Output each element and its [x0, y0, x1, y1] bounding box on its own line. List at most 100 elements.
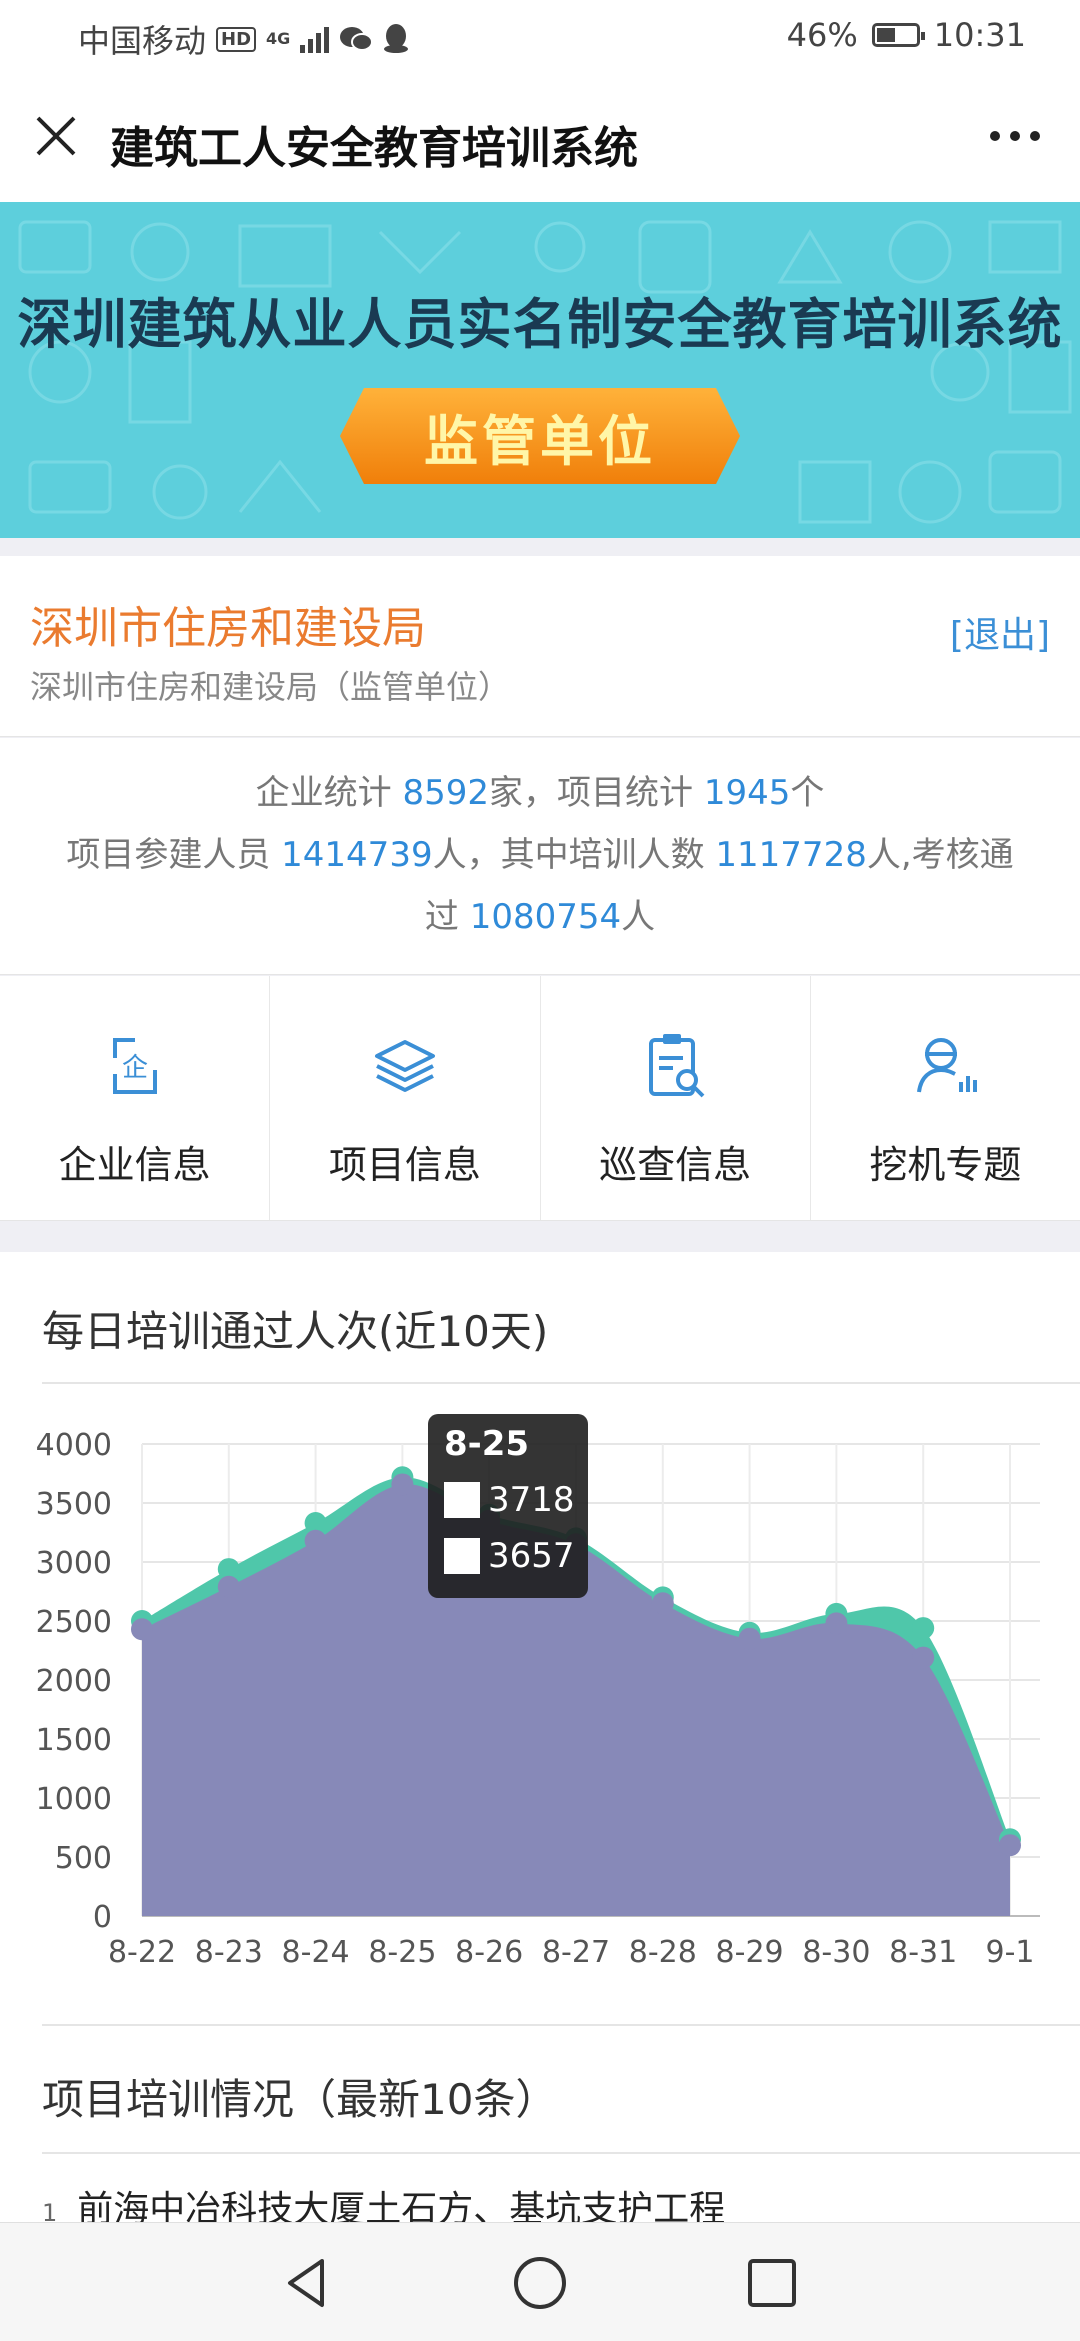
x-tick-label: 8-28 — [629, 1935, 697, 1970]
signal-icon — [300, 25, 330, 53]
menu-item-excavator[interactable]: 挖机专题 — [811, 976, 1080, 1220]
y-tick-label: 1000 — [36, 1782, 112, 1817]
network-label: 4G — [266, 29, 291, 48]
menu-grid: 企 企业信息 项目信息 巡查信息 挖机专题 — [0, 976, 1080, 1221]
y-tick-label: 4000 — [36, 1428, 112, 1463]
passed-label: 人,考核通 — [866, 835, 1014, 875]
tooltip-swatch — [444, 1538, 480, 1574]
battery-percent: 46% — [786, 16, 858, 54]
x-tick-label: 8-25 — [368, 1935, 436, 1970]
data-point[interactable] — [217, 1575, 240, 1598]
more-icon[interactable] — [980, 116, 1050, 156]
list-section-title: 项目培训情况（最新10条） — [42, 2075, 558, 2124]
menu-label: 企业信息 — [58, 1143, 211, 1187]
clipboard-search-icon — [649, 1034, 705, 1098]
y-tick-label: 500 — [55, 1841, 112, 1876]
enterprise-unit: 家，项目统计 — [489, 773, 693, 813]
passed-count: 1080754 — [469, 897, 622, 937]
banner-ribbon-label: 监管单位 — [424, 409, 656, 473]
chart-section-title: 每日培训通过人次(近10天) — [42, 1307, 549, 1356]
menu-label: 项目信息 — [328, 1143, 481, 1187]
banner: 深圳建筑从业人员实名制安全教育培训系统 监管单位 — [0, 202, 1080, 538]
trained-label: 人，其中培训人数 — [432, 835, 705, 875]
data-point[interactable] — [912, 1646, 935, 1669]
qq-icon — [384, 24, 409, 53]
participants-count: 1414739 — [281, 835, 433, 875]
data-point[interactable] — [391, 1473, 414, 1496]
clock: 10:31 — [933, 16, 1026, 54]
wechat-icon — [340, 27, 374, 51]
hd-badge: HD — [216, 26, 257, 52]
x-tick-label: 8-23 — [195, 1935, 263, 1970]
carrier-label: 中国移动 — [78, 22, 207, 60]
tooltip-row: 3657 — [444, 1536, 575, 1576]
person-unit: 人 — [621, 897, 656, 937]
data-point[interactable] — [825, 1612, 848, 1635]
stats-line-3: 过 1080754人 — [0, 886, 1080, 948]
x-tick-label: 8-31 — [889, 1935, 957, 1970]
logout-link[interactable]: [退出] — [950, 606, 1050, 658]
chart-divider — [42, 1382, 1080, 1384]
y-tick-label: 3500 — [36, 1487, 112, 1522]
svg-text:企: 企 — [122, 1053, 148, 1083]
system-nav-bar — [0, 2222, 1080, 2341]
menu-label: 巡查信息 — [599, 1143, 752, 1187]
y-tick-label: 2500 — [36, 1605, 112, 1640]
tooltip-value: 3718 — [488, 1480, 575, 1520]
data-point[interactable] — [738, 1627, 761, 1650]
data-point[interactable] — [304, 1529, 327, 1552]
y-tick-label: 1500 — [36, 1723, 112, 1758]
enterprise-icon: 企 — [112, 1038, 157, 1094]
stats-line-1: 企业统计 8592家，项目统计 1945个 — [0, 738, 1080, 824]
participants-label: 项目参建人员 — [66, 835, 271, 875]
chart-card: 每日培训通过人次(近10天) 0 500 1000 1500 2000 2500 3000 3… — [0, 1252, 1080, 2252]
org-subtitle: 深圳市住房和建设局（监管单位） — [30, 668, 511, 706]
enterprise-label: 企业统计 — [255, 773, 392, 813]
org-card: 深圳市住房和建设局 深圳市住房和建设局（监管单位） [退出] — [0, 556, 1080, 737]
menu-item-enterprise[interactable]: 企 企业信息 — [0, 976, 271, 1220]
y-tick-label: 3000 — [36, 1546, 112, 1581]
passed-label-2: 过 — [424, 897, 459, 937]
stats-summary: 企业统计 8592家，项目统计 1945个 项目参建人员 1414739人，其中… — [0, 738, 1080, 975]
data-point[interactable] — [131, 1618, 153, 1641]
menu-label: 挖机专题 — [869, 1143, 1022, 1187]
enterprise-count: 8592 — [402, 773, 489, 813]
status-right: 46% 10:31 — [787, 16, 1026, 54]
tooltip-row: 3718 — [444, 1480, 575, 1520]
status-left: 中国移动 HD 4G — [78, 16, 409, 62]
tooltip-swatch — [444, 1482, 480, 1518]
tooltip-label: 8-25 — [444, 1424, 530, 1464]
tooltip-value: 3657 — [488, 1536, 575, 1576]
x-tick-label: 8-26 — [455, 1935, 523, 1970]
excavator-user-icon — [917, 1038, 978, 1093]
trained-count: 1117728 — [715, 835, 867, 875]
close-icon[interactable] — [28, 108, 84, 164]
x-tick-label: 9-1 — [986, 1935, 1035, 1970]
layers-icon — [374, 1040, 435, 1092]
banner-ribbon: 监管单位 — [340, 388, 740, 484]
menu-item-project[interactable]: 项目信息 — [270, 976, 541, 1220]
chart-tooltip: 8-25 3718 3657 — [428, 1414, 588, 1598]
banner-pattern — [18, 220, 1072, 524]
battery-icon — [871, 23, 925, 47]
org-name: 深圳市住房和建设局 — [30, 603, 426, 654]
data-point[interactable] — [999, 1834, 1021, 1857]
back-icon[interactable] — [276, 2251, 340, 2315]
project-unit: 个 — [790, 773, 825, 813]
list-divider-top — [42, 2024, 1080, 2026]
x-tick-label: 8-27 — [542, 1935, 610, 1970]
recents-icon[interactable] — [740, 2251, 804, 2315]
data-point[interactable] — [912, 1617, 935, 1640]
x-tick-label: 8-22 — [108, 1935, 176, 1970]
banner-title: 深圳建筑从业人员实名制安全教育培训系统 — [17, 293, 1063, 356]
y-tick-label: 2000 — [36, 1664, 112, 1699]
x-tick-label: 8-24 — [282, 1935, 350, 1970]
home-icon[interactable] — [508, 2251, 572, 2315]
data-point[interactable] — [651, 1592, 674, 1615]
title-bar: 建筑工人安全教育培训系统 — [0, 72, 1080, 202]
y-tick-label: 0 — [93, 1900, 112, 1935]
menu-item-inspection[interactable]: 巡查信息 — [541, 976, 811, 1220]
project-count: 1945 — [703, 773, 791, 813]
x-tick-label: 8-30 — [802, 1935, 870, 1970]
status-bar: 中国移动 HD 4G 46% 10:31 — [0, 0, 1080, 72]
